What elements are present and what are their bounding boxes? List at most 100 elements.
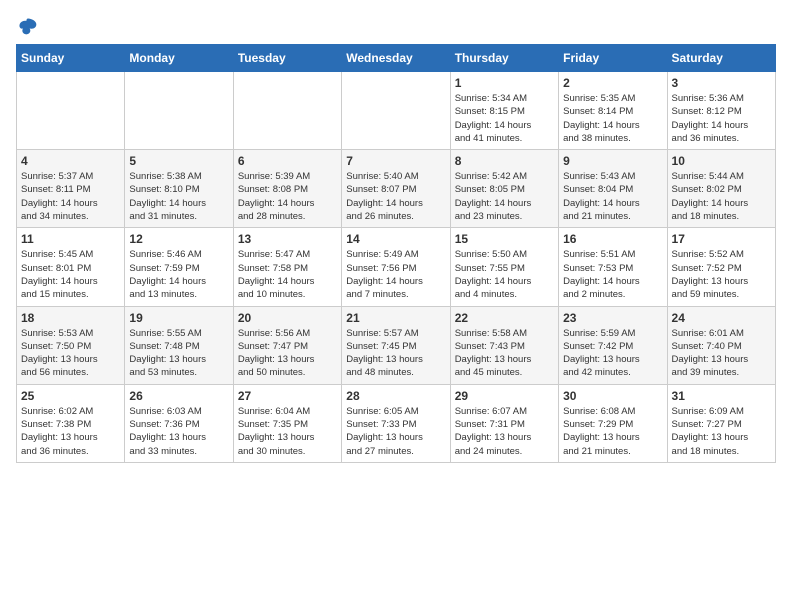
calendar-cell: 20 Sunrise: 5:56 AM Sunset: 7:47 PM Dayli… bbox=[233, 306, 341, 384]
day-number: 3 bbox=[672, 76, 771, 90]
calendar-cell: 31Sunrise: 6:09 AM Sunset: 7:27 PM Dayli… bbox=[667, 384, 775, 462]
day-number: 14 bbox=[346, 232, 445, 246]
calendar-cell: 28 Sunrise: 6:05 AM Sunset: 7:33 PM Dayli… bbox=[342, 384, 450, 462]
day-info: Sunrise: 5:58 AM Sunset: 7:43 PM Dayligh… bbox=[455, 327, 554, 380]
day-number: 11 bbox=[21, 232, 120, 246]
day-info: Sunrise: 5:45 AM Sunset: 8:01 PM Dayligh… bbox=[21, 248, 120, 301]
day-number: 17 bbox=[672, 232, 771, 246]
day-number: 5 bbox=[129, 154, 228, 168]
day-number: 2 bbox=[563, 76, 662, 90]
calendar-cell: 24 Sunrise: 6:01 AM Sunset: 7:40 PM Dayli… bbox=[667, 306, 775, 384]
day-info: Sunrise: 6:04 AM Sunset: 7:35 PM Dayligh… bbox=[238, 405, 337, 458]
day-number: 20 bbox=[238, 311, 337, 325]
calendar-week-row: 11 Sunrise: 5:45 AM Sunset: 8:01 PM Dayli… bbox=[17, 228, 776, 306]
day-info: Sunrise: 6:01 AM Sunset: 7:40 PM Dayligh… bbox=[672, 327, 771, 380]
weekday-header-row: SundayMondayTuesdayWednesdayThursdayFrid… bbox=[17, 45, 776, 72]
day-number: 25 bbox=[21, 389, 120, 403]
day-number: 30 bbox=[563, 389, 662, 403]
day-number: 21 bbox=[346, 311, 445, 325]
day-number: 24 bbox=[672, 311, 771, 325]
day-number: 27 bbox=[238, 389, 337, 403]
calendar-cell bbox=[233, 72, 341, 150]
calendar-cell: 8 Sunrise: 5:42 AM Sunset: 8:05 PM Daylig… bbox=[450, 150, 558, 228]
calendar-cell: 21 Sunrise: 5:57 AM Sunset: 7:45 PM Dayli… bbox=[342, 306, 450, 384]
day-number: 26 bbox=[129, 389, 228, 403]
day-number: 1 bbox=[455, 76, 554, 90]
day-number: 28 bbox=[346, 389, 445, 403]
weekday-header-thursday: Thursday bbox=[450, 45, 558, 72]
calendar-week-row: 4 Sunrise: 5:37 AM Sunset: 8:11 PM Daylig… bbox=[17, 150, 776, 228]
logo-bird-icon bbox=[18, 16, 38, 36]
calendar-cell: 11 Sunrise: 5:45 AM Sunset: 8:01 PM Dayli… bbox=[17, 228, 125, 306]
calendar-cell: 14 Sunrise: 5:49 AM Sunset: 7:56 PM Dayli… bbox=[342, 228, 450, 306]
day-number: 31 bbox=[672, 389, 771, 403]
day-info: Sunrise: 6:08 AM Sunset: 7:29 PM Dayligh… bbox=[563, 405, 662, 458]
day-info: Sunrise: 6:07 AM Sunset: 7:31 PM Dayligh… bbox=[455, 405, 554, 458]
weekday-header-monday: Monday bbox=[125, 45, 233, 72]
calendar-cell: 1 Sunrise: 5:34 AM Sunset: 8:15 PM Daylig… bbox=[450, 72, 558, 150]
day-number: 18 bbox=[21, 311, 120, 325]
calendar-cell: 18 Sunrise: 5:53 AM Sunset: 7:50 PM Dayli… bbox=[17, 306, 125, 384]
calendar-cell: 17 Sunrise: 5:52 AM Sunset: 7:52 PM Dayli… bbox=[667, 228, 775, 306]
day-info: Sunrise: 5:49 AM Sunset: 7:56 PM Dayligh… bbox=[346, 248, 445, 301]
day-info: Sunrise: 5:34 AM Sunset: 8:15 PM Dayligh… bbox=[455, 92, 554, 145]
calendar-cell: 5 Sunrise: 5:38 AM Sunset: 8:10 PM Daylig… bbox=[125, 150, 233, 228]
day-number: 8 bbox=[455, 154, 554, 168]
day-info: Sunrise: 5:53 AM Sunset: 7:50 PM Dayligh… bbox=[21, 327, 120, 380]
calendar-cell bbox=[342, 72, 450, 150]
logo bbox=[16, 16, 38, 36]
calendar-cell: 19 Sunrise: 5:55 AM Sunset: 7:48 PM Dayli… bbox=[125, 306, 233, 384]
day-info: Sunrise: 5:42 AM Sunset: 8:05 PM Dayligh… bbox=[455, 170, 554, 223]
calendar-cell: 30 Sunrise: 6:08 AM Sunset: 7:29 PM Dayli… bbox=[559, 384, 667, 462]
day-number: 23 bbox=[563, 311, 662, 325]
day-info: Sunrise: 5:47 AM Sunset: 7:58 PM Dayligh… bbox=[238, 248, 337, 301]
weekday-header-tuesday: Tuesday bbox=[233, 45, 341, 72]
calendar-week-row: 25 Sunrise: 6:02 AM Sunset: 7:38 PM Dayli… bbox=[17, 384, 776, 462]
calendar-cell: 26 Sunrise: 6:03 AM Sunset: 7:36 PM Dayli… bbox=[125, 384, 233, 462]
calendar-cell: 15 Sunrise: 5:50 AM Sunset: 7:55 PM Dayli… bbox=[450, 228, 558, 306]
calendar-cell bbox=[125, 72, 233, 150]
day-info: Sunrise: 5:38 AM Sunset: 8:10 PM Dayligh… bbox=[129, 170, 228, 223]
day-info: Sunrise: 5:52 AM Sunset: 7:52 PM Dayligh… bbox=[672, 248, 771, 301]
day-number: 16 bbox=[563, 232, 662, 246]
day-info: Sunrise: 5:51 AM Sunset: 7:53 PM Dayligh… bbox=[563, 248, 662, 301]
calendar-cell: 22Sunrise: 5:58 AM Sunset: 7:43 PM Dayli… bbox=[450, 306, 558, 384]
weekday-header-friday: Friday bbox=[559, 45, 667, 72]
calendar-cell: 7Sunrise: 5:40 AM Sunset: 8:07 PM Daylig… bbox=[342, 150, 450, 228]
day-info: Sunrise: 6:02 AM Sunset: 7:38 PM Dayligh… bbox=[21, 405, 120, 458]
day-info: Sunrise: 5:57 AM Sunset: 7:45 PM Dayligh… bbox=[346, 327, 445, 380]
day-number: 15 bbox=[455, 232, 554, 246]
calendar-cell: 12Sunrise: 5:46 AM Sunset: 7:59 PM Dayli… bbox=[125, 228, 233, 306]
weekday-header-saturday: Saturday bbox=[667, 45, 775, 72]
calendar-cell: 10Sunrise: 5:44 AM Sunset: 8:02 PM Dayli… bbox=[667, 150, 775, 228]
day-number: 13 bbox=[238, 232, 337, 246]
day-info: Sunrise: 6:03 AM Sunset: 7:36 PM Dayligh… bbox=[129, 405, 228, 458]
day-info: Sunrise: 5:56 AM Sunset: 7:47 PM Dayligh… bbox=[238, 327, 337, 380]
day-number: 4 bbox=[21, 154, 120, 168]
day-number: 29 bbox=[455, 389, 554, 403]
calendar-cell: 3Sunrise: 5:36 AM Sunset: 8:12 PM Daylig… bbox=[667, 72, 775, 150]
day-info: Sunrise: 5:44 AM Sunset: 8:02 PM Dayligh… bbox=[672, 170, 771, 223]
day-number: 19 bbox=[129, 311, 228, 325]
day-info: Sunrise: 5:55 AM Sunset: 7:48 PM Dayligh… bbox=[129, 327, 228, 380]
calendar-cell: 29 Sunrise: 6:07 AM Sunset: 7:31 PM Dayli… bbox=[450, 384, 558, 462]
calendar-cell: 25 Sunrise: 6:02 AM Sunset: 7:38 PM Dayli… bbox=[17, 384, 125, 462]
day-info: Sunrise: 6:05 AM Sunset: 7:33 PM Dayligh… bbox=[346, 405, 445, 458]
day-info: Sunrise: 5:39 AM Sunset: 8:08 PM Dayligh… bbox=[238, 170, 337, 223]
day-info: Sunrise: 5:37 AM Sunset: 8:11 PM Dayligh… bbox=[21, 170, 120, 223]
calendar-cell: 9 Sunrise: 5:43 AM Sunset: 8:04 PM Daylig… bbox=[559, 150, 667, 228]
day-info: Sunrise: 5:59 AM Sunset: 7:42 PM Dayligh… bbox=[563, 327, 662, 380]
weekday-header-wednesday: Wednesday bbox=[342, 45, 450, 72]
day-number: 9 bbox=[563, 154, 662, 168]
day-info: Sunrise: 5:50 AM Sunset: 7:55 PM Dayligh… bbox=[455, 248, 554, 301]
calendar-cell: 16 Sunrise: 5:51 AM Sunset: 7:53 PM Dayli… bbox=[559, 228, 667, 306]
day-number: 6 bbox=[238, 154, 337, 168]
calendar-cell: 27 Sunrise: 6:04 AM Sunset: 7:35 PM Dayli… bbox=[233, 384, 341, 462]
day-info: Sunrise: 5:40 AM Sunset: 8:07 PM Dayligh… bbox=[346, 170, 445, 223]
calendar-cell: 23 Sunrise: 5:59 AM Sunset: 7:42 PM Dayli… bbox=[559, 306, 667, 384]
weekday-header-sunday: Sunday bbox=[17, 45, 125, 72]
day-info: Sunrise: 5:43 AM Sunset: 8:04 PM Dayligh… bbox=[563, 170, 662, 223]
header bbox=[16, 16, 776, 36]
calendar-week-row: 18 Sunrise: 5:53 AM Sunset: 7:50 PM Dayli… bbox=[17, 306, 776, 384]
calendar-cell: 4 Sunrise: 5:37 AM Sunset: 8:11 PM Daylig… bbox=[17, 150, 125, 228]
